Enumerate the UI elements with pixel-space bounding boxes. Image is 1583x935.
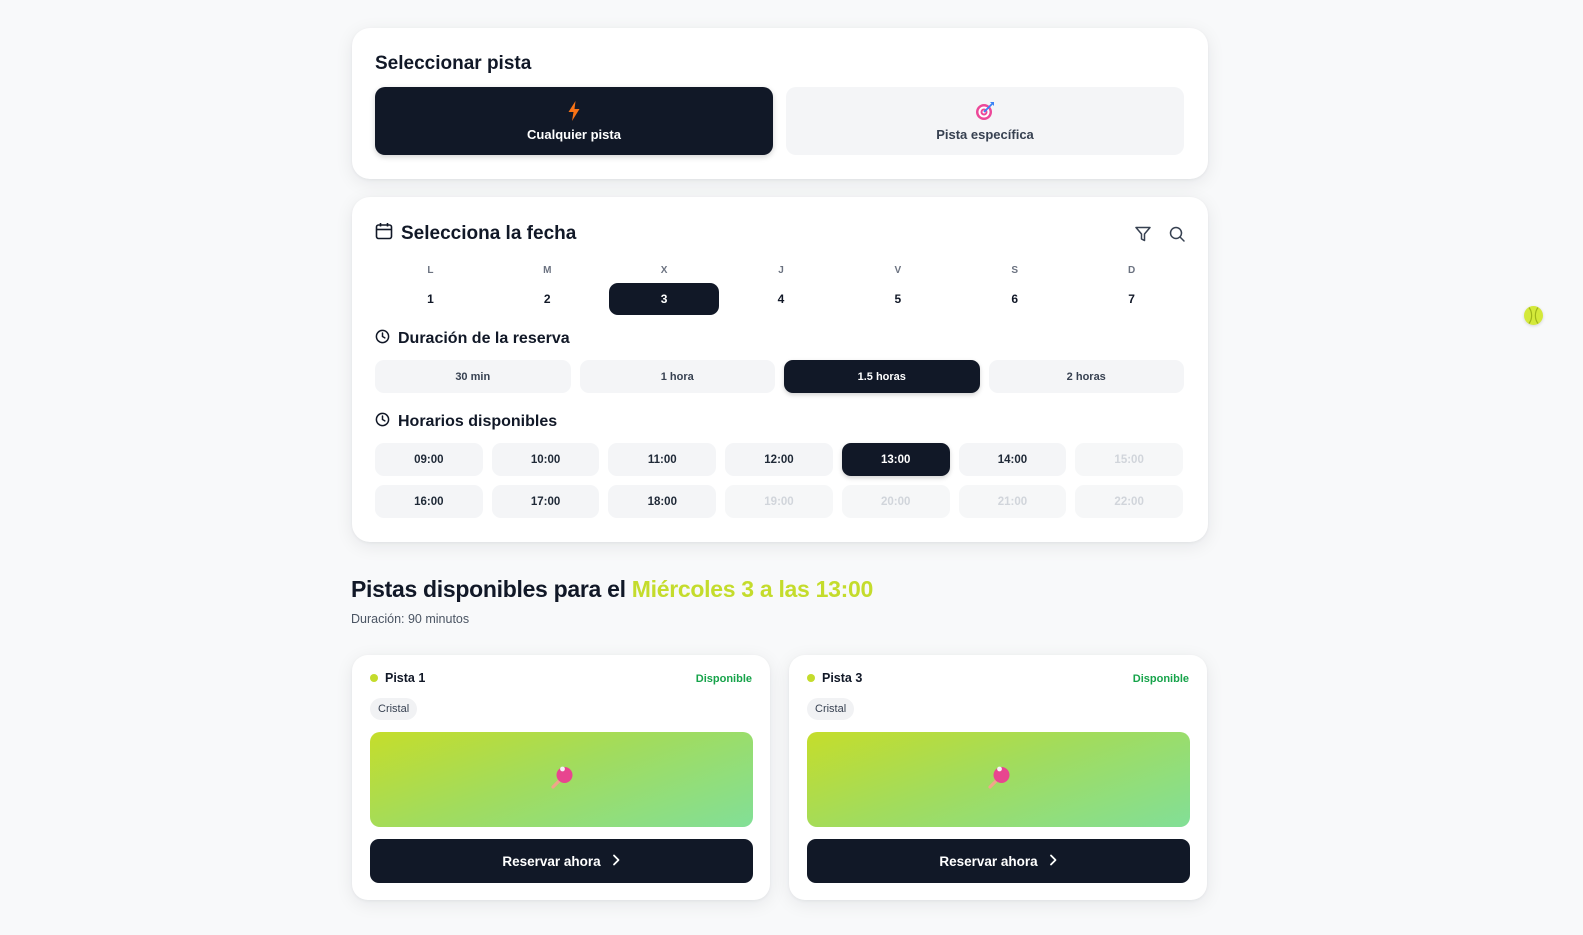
court-card: Pista 1 Disponible Cristal Reservar ahor… — [352, 655, 770, 900]
clock-icon — [375, 412, 390, 432]
ping-pong-paddle-icon — [986, 764, 1012, 795]
lightning-icon — [567, 100, 581, 121]
court-name-label: Pista 3 — [822, 671, 863, 685]
day-letter: X — [660, 265, 668, 276]
time-slot[interactable]: 09:00 — [375, 443, 483, 476]
duration-option[interactable]: 1 hora — [579, 360, 775, 393]
date-header: Selecciona la fecha — [375, 222, 576, 246]
duration-title: Duración de la reserva — [398, 330, 570, 347]
day-column: S 6 — [959, 264, 1070, 315]
results-title-highlight: Miércoles 3 a las 13:00 — [631, 576, 873, 602]
day-letter: J — [778, 265, 784, 276]
duration-option-selected[interactable]: 1.5 horas — [784, 360, 980, 393]
status-badge: Disponible — [695, 673, 752, 685]
date-select-card: Selecciona la fecha L 1 M 2 X 3 J 4 V 5 … — [352, 197, 1208, 542]
court-select-title: Seleccionar pista — [375, 53, 532, 74]
search-icon[interactable] — [1168, 225, 1186, 243]
chevron-right-icon — [611, 854, 621, 869]
court-select-card: Seleccionar pista Cualquier pista Pista … — [352, 28, 1208, 179]
day-number-selected[interactable]: 3 — [609, 283, 720, 315]
day-column: D 7 — [1076, 264, 1187, 315]
day-column: V 5 — [842, 264, 953, 315]
court-name: Pista 3 — [807, 671, 862, 685]
book-now-button[interactable]: Reservar ahora — [807, 839, 1190, 883]
duration-option[interactable]: 2 horas — [988, 360, 1184, 393]
week-days: L 1 M 2 X 3 J 4 V 5 S 6 D 7 — [375, 264, 1187, 315]
time-slot-disabled: 20:00 — [841, 485, 950, 518]
time-slot-disabled: 22:00 — [1075, 485, 1183, 518]
time-slot[interactable]: 12:00 — [725, 443, 833, 476]
any-court-option[interactable]: Cualquier pista — [375, 87, 773, 155]
book-now-label: Reservar ahora — [939, 853, 1038, 869]
day-letter: M — [543, 265, 552, 276]
time-slot[interactable]: 11:00 — [608, 443, 717, 476]
day-letter: S — [1011, 265, 1019, 276]
day-column: X 3 — [609, 264, 720, 315]
status-dot — [807, 674, 815, 682]
calendar-icon — [375, 222, 393, 246]
court-name-label: Pista 1 — [385, 671, 426, 685]
results-title: Pistas disponibles para el Miércoles 3 a… — [351, 576, 873, 603]
slots-header: Horarios disponibles — [375, 412, 557, 432]
day-number[interactable]: 6 — [960, 283, 1070, 315]
court-type-tag: Cristal — [370, 698, 418, 720]
day-letter: V — [894, 265, 902, 276]
court-name: Pista 1 — [370, 671, 425, 685]
day-column: L 1 — [375, 264, 486, 315]
book-now-button[interactable]: Reservar ahora — [370, 839, 753, 883]
day-number[interactable]: 2 — [492, 283, 602, 315]
court-type-tag: Cristal — [807, 698, 855, 720]
day-column: J 4 — [726, 264, 837, 315]
time-slot-disabled: 15:00 — [1075, 443, 1183, 476]
time-slot[interactable]: 18:00 — [608, 485, 717, 518]
day-number[interactable]: 7 — [1077, 283, 1187, 315]
slots-title: Horarios disponibles — [398, 413, 558, 430]
specific-court-label: Pista específica — [936, 126, 1034, 142]
time-slot[interactable]: 14:00 — [958, 443, 1067, 476]
duration-option[interactable]: 30 min — [375, 360, 571, 393]
time-slot-selected[interactable]: 13:00 — [841, 443, 950, 476]
day-letter: D — [1127, 265, 1136, 276]
results-subtitle: Duración: 90 minutos — [351, 612, 470, 626]
time-slot-disabled: 19:00 — [725, 485, 833, 518]
chevron-right-icon — [1048, 854, 1058, 869]
duration-header: Duración de la reserva — [375, 329, 570, 349]
clock-icon — [375, 329, 390, 349]
filter-icon[interactable] — [1134, 225, 1152, 243]
day-number[interactable]: 1 — [375, 283, 485, 315]
time-slot[interactable]: 17:00 — [491, 485, 600, 518]
book-now-label: Reservar ahora — [502, 853, 601, 869]
specific-court-option[interactable]: Pista específica — [786, 87, 1184, 155]
time-slot[interactable]: 16:00 — [375, 485, 483, 518]
ping-pong-paddle-icon — [549, 764, 575, 795]
time-slots: 09:00 10:00 11:00 12:00 13:00 14:00 15:0… — [375, 443, 1183, 518]
court-card: Pista 3 Disponible Cristal Reservar ahor… — [789, 655, 1207, 900]
status-badge: Disponible — [1132, 673, 1189, 685]
court-image — [807, 732, 1190, 827]
duration-options: 30 min 1 hora 1.5 horas 2 horas — [375, 360, 1184, 393]
court-image — [370, 732, 753, 827]
time-slot-disabled: 21:00 — [958, 485, 1067, 518]
any-court-label: Cualquier pista — [527, 126, 621, 142]
results-title-prefix: Pistas disponibles para el — [351, 576, 632, 602]
tennis-ball-icon — [1524, 306, 1543, 325]
day-letter: L — [427, 265, 434, 276]
date-title: Selecciona la fecha — [401, 223, 577, 244]
day-number[interactable]: 5 — [843, 283, 953, 315]
time-slot[interactable]: 10:00 — [491, 443, 600, 476]
day-column: M 2 — [492, 264, 603, 315]
day-number[interactable]: 4 — [726, 283, 836, 315]
status-dot — [370, 674, 378, 682]
target-icon — [975, 101, 995, 121]
